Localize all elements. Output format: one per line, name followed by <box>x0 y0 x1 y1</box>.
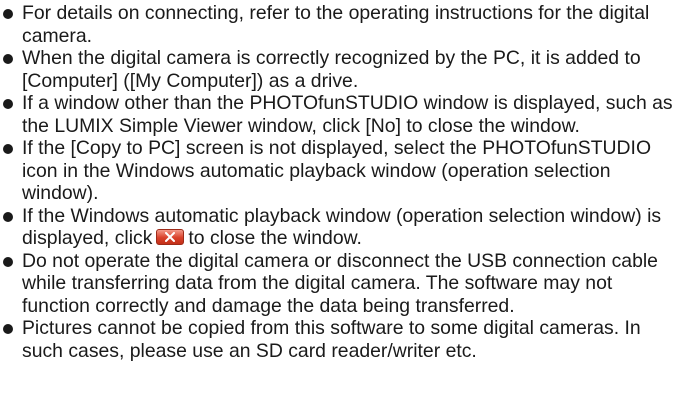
note-text: Do not operate the digital camera or dis… <box>22 249 658 317</box>
note-other-window: If a window other than the PHOTOfunSTUDI… <box>3 92 682 137</box>
note-copy-to-pc-screen: If the [Copy to PC] screen is not displa… <box>3 137 682 205</box>
note-text-after: to close the window. <box>188 227 362 249</box>
notes-list: For details on connecting, refer to the … <box>3 2 682 362</box>
note-do-not-disconnect: Do not operate the digital camera or dis… <box>3 249 682 318</box>
note-connecting-details: For details on connecting, refer to the … <box>3 2 682 47</box>
note-text: For details on connecting, refer to the … <box>22 2 650 47</box>
note-text: When the digital camera is correctly rec… <box>22 47 641 92</box>
note-text: If a window other than the PHOTOfunSTUDI… <box>22 92 673 137</box>
note-text: If the [Copy to PC] screen is not displa… <box>22 137 652 204</box>
bullet-icon <box>3 54 13 64</box>
instruction-notes-page: For details on connecting, refer to the … <box>0 0 688 411</box>
bullet-icon <box>3 324 13 334</box>
bullet-icon <box>3 9 13 19</box>
window-close-button-icon <box>156 229 185 245</box>
note-text: Pictures cannot be copied from this soft… <box>22 317 641 362</box>
note-drive-recognition: When the digital camera is correctly rec… <box>3 47 682 92</box>
bullet-icon <box>3 144 13 154</box>
note-copy-limitation: Pictures cannot be copied from this soft… <box>3 317 682 362</box>
note-autoplay-window: If the Windows automatic playback window… <box>3 205 682 250</box>
bullet-icon <box>3 256 13 267</box>
bullet-icon <box>3 211 13 222</box>
bullet-icon <box>3 99 13 109</box>
